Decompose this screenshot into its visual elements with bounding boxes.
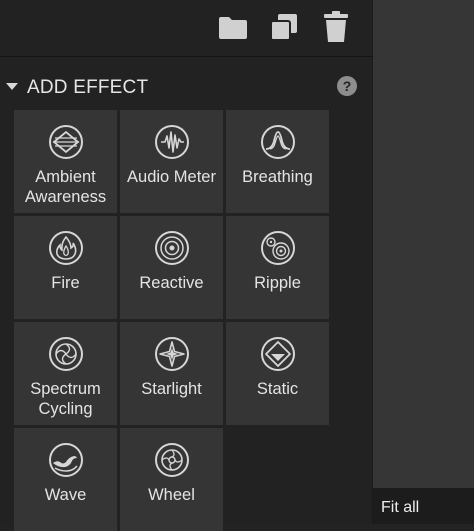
effect-tile-ripple[interactable]: Ripple: [226, 216, 329, 319]
audio-meter-icon: [155, 125, 189, 159]
fit-all-label: Fit all: [381, 499, 420, 516]
reactive-icon: [155, 231, 189, 265]
wave-icon: [49, 443, 83, 477]
wheel-icon: [155, 443, 189, 477]
breathing-icon: [261, 125, 295, 159]
ripple-icon: [261, 231, 295, 265]
fire-icon: [49, 231, 83, 265]
effect-label: Fire: [51, 274, 80, 292]
effect-tile-breathing[interactable]: Breathing: [226, 110, 329, 213]
starlight-icon: [155, 337, 189, 371]
effect-tile-spectrum-cycling[interactable]: Spectrum Cycling: [14, 322, 117, 425]
effect-label: Starlight: [141, 380, 202, 398]
folder-icon: [219, 17, 247, 39]
effect-label: Wave: [44, 486, 87, 504]
effect-label: Reactive: [139, 274, 204, 292]
static-icon: [261, 337, 295, 371]
effect-tile-wheel[interactable]: Wheel: [120, 428, 223, 531]
effect-label: Wheel: [148, 486, 195, 504]
duplicate-icon: [270, 14, 297, 41]
help-icon[interactable]: ?: [337, 76, 357, 96]
effect-label: Static: [256, 380, 299, 398]
duplicate-button[interactable]: [268, 10, 300, 44]
toolbar: [0, 0, 372, 57]
effect-label: Spectrum: [30, 380, 101, 398]
effect-tile-fire[interactable]: Fire: [14, 216, 117, 319]
effect-label: Ripple: [254, 274, 301, 292]
collapse-caret-icon[interactable]: [6, 83, 18, 90]
effect-tile-wave[interactable]: Wave: [14, 428, 117, 531]
effect-label: Awareness: [24, 188, 107, 206]
effect-label: Ambient: [35, 168, 96, 186]
add-effect-header[interactable]: ADD EFFECT: [0, 70, 372, 106]
section-title: ADD EFFECT: [27, 77, 149, 98]
effect-tile-reactive[interactable]: Reactive: [120, 216, 223, 319]
fit-all-button[interactable]: Fit all: [373, 488, 474, 524]
effect-tile-audio-meter[interactable]: Audio Meter: [120, 110, 223, 213]
trash-icon: [324, 11, 348, 42]
effect-label: Breathing: [242, 168, 313, 186]
delete-button[interactable]: [320, 10, 352, 44]
preview-panel[interactable]: [372, 0, 474, 524]
effects-panel: ADD EFFECT ? Ambient Awareness Audio Met…: [0, 0, 372, 531]
effect-tile-starlight[interactable]: Starlight: [120, 322, 223, 425]
effect-tile-ambient-awareness[interactable]: Ambient Awareness: [14, 110, 117, 213]
spectrum-cycling-icon: [49, 337, 83, 371]
folder-button[interactable]: [217, 10, 249, 44]
effect-label: Cycling: [38, 400, 93, 418]
ambient-awareness-icon: [49, 125, 83, 159]
effect-tile-static[interactable]: Static: [226, 322, 329, 425]
effect-label: Audio Meter: [127, 168, 216, 186]
